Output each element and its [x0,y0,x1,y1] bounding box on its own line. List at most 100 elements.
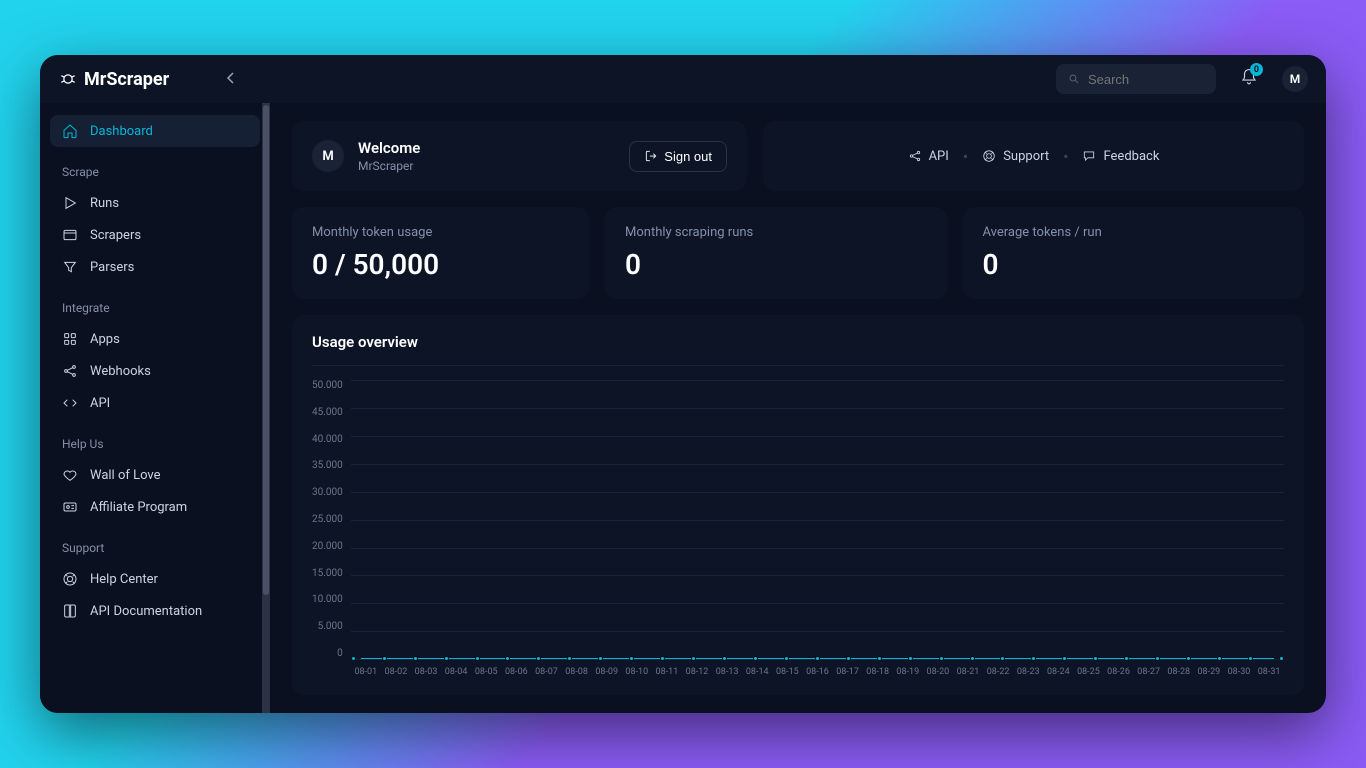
signout-button[interactable]: Sign out [629,141,727,172]
stat-token-usage: Monthly token usage 0 / 50,000 [292,207,589,299]
data-point [1155,656,1160,661]
x-tick: 08-14 [742,667,772,677]
sidebar-item-apps[interactable]: Apps [50,323,260,355]
y-tick: 45.000 [312,407,343,418]
sidebar-item-label: API Documentation [90,604,202,619]
sidebar-item-dashboard[interactable]: Dashboard [50,115,260,147]
link-feedback[interactable]: Feedback [1082,149,1159,164]
y-tick: 10.000 [312,594,343,605]
link-label: Feedback [1103,149,1159,164]
x-tick: 08-15 [772,667,802,677]
x-tick: 08-29 [1194,667,1224,677]
grid-line [351,436,1284,437]
data-point [1062,656,1067,661]
data-point [1124,656,1129,661]
link-label: API [929,149,949,164]
sidebar: Dashboard Scrape Runs Scrapers Parsers I… [40,103,270,713]
data-point [784,656,789,661]
book-icon [62,603,78,619]
data-point [939,656,944,661]
search-input[interactable] [1088,72,1204,87]
separator-dot: • [1063,147,1068,166]
stat-scraping-runs: Monthly scraping runs 0 [605,207,947,299]
data-point [1217,656,1222,661]
y-tick: 20.000 [312,541,343,552]
x-tick: 08-30 [1224,667,1254,677]
sidebar-item-walloflove[interactable]: Wall of Love [50,459,260,491]
x-tick: 08-11 [652,667,682,677]
chat-icon [1082,149,1096,163]
usage-overview-card: Usage overview 50.00045.00040.00035.0003… [292,315,1304,695]
sidebar-item-label: Affiliate Program [90,500,187,515]
sidebar-item-label: Dashboard [90,124,153,139]
sidebar-item-webhooks[interactable]: Webhooks [50,355,260,387]
data-point [413,656,418,661]
topbar: MrScraper 0 M [40,55,1326,103]
x-tick: 08-21 [953,667,983,677]
sidebar-item-helpcenter[interactable]: Help Center [50,563,260,595]
sidebar-item-label: Parsers [90,260,134,275]
user-avatar[interactable]: M [1282,66,1308,92]
notifications-button[interactable]: 0 [1240,68,1258,90]
signout-label: Sign out [664,149,712,164]
data-point [598,656,603,661]
chart-y-axis: 50.00045.00040.00035.00030.00025.00020.0… [312,380,351,677]
sidebar-item-scrapers[interactable]: Scrapers [50,219,260,251]
x-tick: 08-31 [1254,667,1284,677]
y-tick: 40.000 [312,434,343,445]
y-tick: 0 [337,648,343,659]
link-support[interactable]: Support [982,149,1049,164]
data-point [1248,656,1253,661]
y-tick: 15.000 [312,568,343,579]
app-window: MrScraper 0 M Dashboard Scrape Runs [40,55,1326,713]
chart-area: 50.00045.00040.00035.00030.00025.00020.0… [312,366,1284,677]
sidebar-section-support: Support [50,523,260,563]
sidebar-item-label: Help Center [90,572,158,587]
sidebar-item-affiliate[interactable]: Affiliate Program [50,491,260,523]
link-api[interactable]: API [908,149,949,164]
heart-icon [62,467,78,483]
grid-line [351,492,1284,493]
main-content: M Welcome MrScraper Sign out API [270,103,1326,713]
stat-value: 0 [983,248,1285,281]
sidebar-item-label: Runs [90,196,119,211]
share-icon [62,363,78,379]
x-tick: 08-23 [1013,667,1043,677]
welcome-title: Welcome [358,139,420,157]
x-tick: 08-10 [622,667,652,677]
back-button[interactable] [226,70,236,89]
stat-label: Monthly scraping runs [625,225,927,240]
chart-x-axis: 08-0108-0208-0308-0408-0508-0608-0708-08… [351,667,1284,677]
sidebar-item-apidocs[interactable]: API Documentation [50,595,260,627]
stat-value: 0 [625,248,927,281]
link-label: Support [1003,149,1049,164]
sidebar-item-label: Scrapers [90,228,141,243]
sidebar-section-integrate: Integrate [50,283,260,323]
grid-line [351,575,1284,576]
sidebar-item-parsers[interactable]: Parsers [50,251,260,283]
x-tick: 08-19 [893,667,923,677]
chart-title: Usage overview [312,333,1284,366]
x-tick: 08-01 [351,667,381,677]
search-box[interactable] [1056,64,1216,94]
data-point [351,656,356,661]
sidebar-section-helpus: Help Us [50,419,260,459]
x-tick: 08-02 [381,667,411,677]
sidebar-item-api[interactable]: API [50,387,260,419]
y-tick: 50.000 [312,380,343,391]
grid-line [351,520,1284,521]
sidebar-item-runs[interactable]: Runs [50,187,260,219]
sidebar-scrollbar[interactable] [262,103,270,713]
brand-logo[interactable]: MrScraper [58,69,169,90]
filter-icon [62,259,78,275]
x-tick: 08-25 [1073,667,1103,677]
x-tick: 08-20 [923,667,953,677]
id-icon [62,499,78,515]
data-point [846,656,851,661]
stat-label: Average tokens / run [983,225,1285,240]
data-point [1186,656,1191,661]
y-tick: 25.000 [312,514,343,525]
x-tick: 08-27 [1134,667,1164,677]
sidebar-item-label: Apps [90,332,120,347]
x-tick: 08-07 [531,667,561,677]
